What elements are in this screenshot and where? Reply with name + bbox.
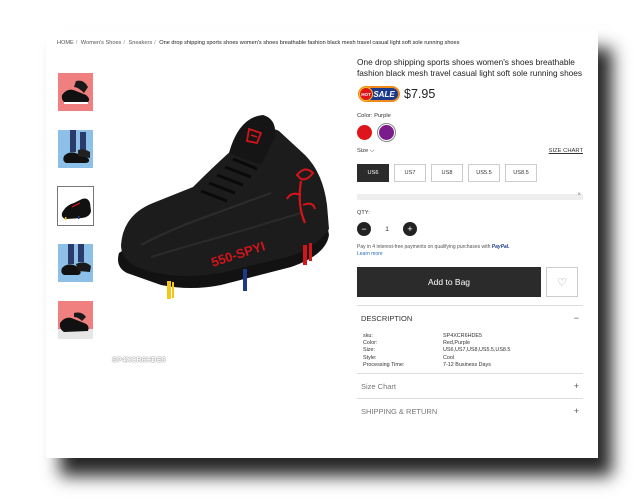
thumbnail-3-selected[interactable] [57,186,94,226]
paypal-logo: PayPal. [491,244,510,250]
size-option-us8[interactable]: US8 [431,164,463,182]
hot-sale-badge: HOT SALE [358,86,400,102]
size-chart-link[interactable]: SIZE CHART [549,148,583,155]
swatch-red[interactable] [357,125,372,140]
collapse-icon: − [573,313,579,323]
size-chart-heading: Size Chart [361,381,397,391]
size-label: Size ⌵ [357,148,375,154]
product-price: $7.95 [404,87,436,101]
quantity-label: QTY: [357,210,370,216]
price-row: HOT SALE $7.95 [357,84,583,104]
color-label: Color: Purple [357,113,391,119]
thumbnail-list [57,72,95,357]
sale-badge-text: SALE [373,90,395,99]
spec-row: sku: SP4XCR6HDE5 [363,333,482,339]
breadcrumb-separator: / [75,40,78,46]
add-to-bag-button[interactable]: Add to Bag [357,267,541,297]
expand-icon: + [573,381,579,392]
chevron-down-icon: ⌵ [369,148,375,154]
hot-badge-text: HOT [361,92,371,97]
size-option-us7[interactable]: US7 [394,164,426,182]
breadcrumb-sneakers[interactable]: Sneakers [128,40,152,46]
shipping-return-heading: SHIPPING & RETURN [361,406,438,416]
description-heading: DESCRIPTION [361,313,413,323]
breadcrumb-home[interactable]: HOME [57,40,74,46]
size-option-us6[interactable]: US6 [357,164,389,182]
expand-icon: + [573,406,579,417]
thumbnail-shoe-image [58,130,93,168]
quantity-stepper: − 1 + [357,222,583,236]
description-section: DESCRIPTION − sku: SP4XCR6HDE5 Color: Red,… [357,305,583,373]
spec-row: Style: Cool [363,354,455,361]
thumbnail-shoe-image [58,244,93,282]
purchase-actions: Add to Bag ♡ [357,267,583,297]
spec-list: sku: SP4XCR6HDE5 Color: Red,Purple Size: US… [357,330,583,373]
size-chart-section-header[interactable]: Size Chart + [357,374,583,398]
product-title: One drop shipping sports shoes women's s… [357,57,583,78]
quantity-value[interactable]: 1 [381,226,393,233]
quantity-increase-button[interactable]: + [403,222,417,236]
shipping-return-section-header[interactable]: SHIPPING & RETURN + [357,399,583,423]
breadcrumb: HOME / Women's Shoes / Sneakers / One drop … [57,40,459,46]
color-swatches [357,123,583,142]
description-header[interactable]: DESCRIPTION − [357,306,583,330]
swatch-purple-selected[interactable] [377,123,396,142]
thumbnail-shoe-image [58,301,93,339]
spec-row: Color: Red,Purple [363,340,470,347]
wishlist-button[interactable]: ♡ [546,267,578,297]
paypal-message: Pay in 4 interest-free payments on quali… [357,244,583,258]
notice-bar: × [357,192,583,200]
main-product-image: 550-SPYI [118,115,329,299]
quantity-decrease-button[interactable]: − [357,222,371,236]
breadcrumb-separator: / [123,40,125,46]
paypal-learn-more-link[interactable]: Learn more [357,251,383,257]
size-option-us5-5[interactable]: US5.5 [468,164,500,182]
image-watermark: SP4XCR6HDE5 [112,357,166,364]
spec-row: Processing Time: 7-12 Business Days [363,361,491,368]
thumbnail-4[interactable] [57,243,94,283]
heart-icon: ♡ [557,276,567,289]
thumbnail-shoe-image [58,187,93,225]
breadcrumb-womens-shoes[interactable]: Women's Shoes [81,40,121,46]
thumbnail-1[interactable] [57,72,94,112]
close-icon[interactable]: × [577,192,581,198]
size-header: Size ⌵ SIZE CHART [357,148,583,155]
thumbnail-shoe-image [58,73,93,111]
breadcrumb-current: One drop shipping sports shoes women's s… [159,40,460,46]
thumbnail-5[interactable] [57,300,94,340]
spec-row: Size: US6,US7,US8,US5.5,US8.5 [363,347,511,354]
thumbnail-2[interactable] [57,129,94,169]
breadcrumb-separator: / [154,40,156,46]
size-option-us8-5[interactable]: US8.5 [505,164,537,182]
paypal-text: Pay in 4 interest-free payments on quali… [357,244,491,250]
product-page: HOME / Women's Shoes / Sneakers / One drop … [46,30,598,458]
product-info: One drop shipping sports shoes women's s… [357,57,583,423]
size-options: US6 US7 US8 US5.5 US8.5 [357,164,583,182]
